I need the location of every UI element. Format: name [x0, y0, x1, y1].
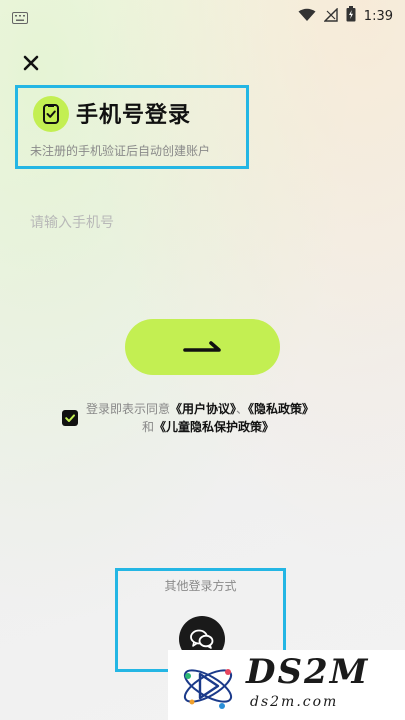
watermark: DS2M ds2m.com	[168, 650, 405, 720]
phone-input[interactable]	[30, 208, 375, 238]
close-icon[interactable]	[20, 52, 42, 74]
agreement-line-1: 登录即表示同意《用户协议》、《隐私政策》	[86, 400, 314, 417]
agreement-prefix: 登录即表示同意	[86, 402, 171, 416]
agreement-line-2: 和《儿童隐私保护政策》	[142, 418, 274, 435]
agreement-and: 和	[142, 420, 155, 434]
signal-icon	[323, 6, 338, 26]
page-subtitle: 未注册的手机验证后自动创建账户	[30, 144, 211, 158]
other-login-label: 其他登录方式	[164, 579, 237, 593]
user-agreement-link[interactable]: 《用户协议》	[170, 402, 236, 416]
app-logo	[33, 96, 69, 132]
close-button[interactable]	[20, 52, 42, 74]
agreement-checkbox[interactable]	[62, 410, 78, 426]
page-title: 手机号登录	[76, 103, 192, 128]
status-time: 1:39	[363, 8, 393, 24]
arrow-right-icon	[182, 341, 221, 352]
wechat-icon	[190, 629, 214, 649]
privacy-policy-link[interactable]: 《隐私政策》	[248, 402, 314, 416]
battery-charging-icon	[346, 6, 356, 26]
wifi-icon	[298, 7, 316, 26]
next-button[interactable]	[125, 319, 280, 375]
atom-logo-icon	[183, 669, 233, 709]
status-bar: 1:39	[0, 0, 405, 30]
child-privacy-link[interactable]: 《儿童隐私保护政策》	[154, 420, 274, 434]
watermark-brand: DS2M	[246, 652, 370, 692]
checkmark-icon	[65, 414, 75, 422]
login-header: 手机号登录 未注册的手机验证后自动创建账户	[15, 85, 249, 169]
keyboard-icon	[12, 9, 28, 28]
agreement-separator: 、	[236, 402, 249, 416]
watermark-domain: ds2m.com	[250, 694, 339, 710]
phone-check-icon	[43, 104, 59, 124]
